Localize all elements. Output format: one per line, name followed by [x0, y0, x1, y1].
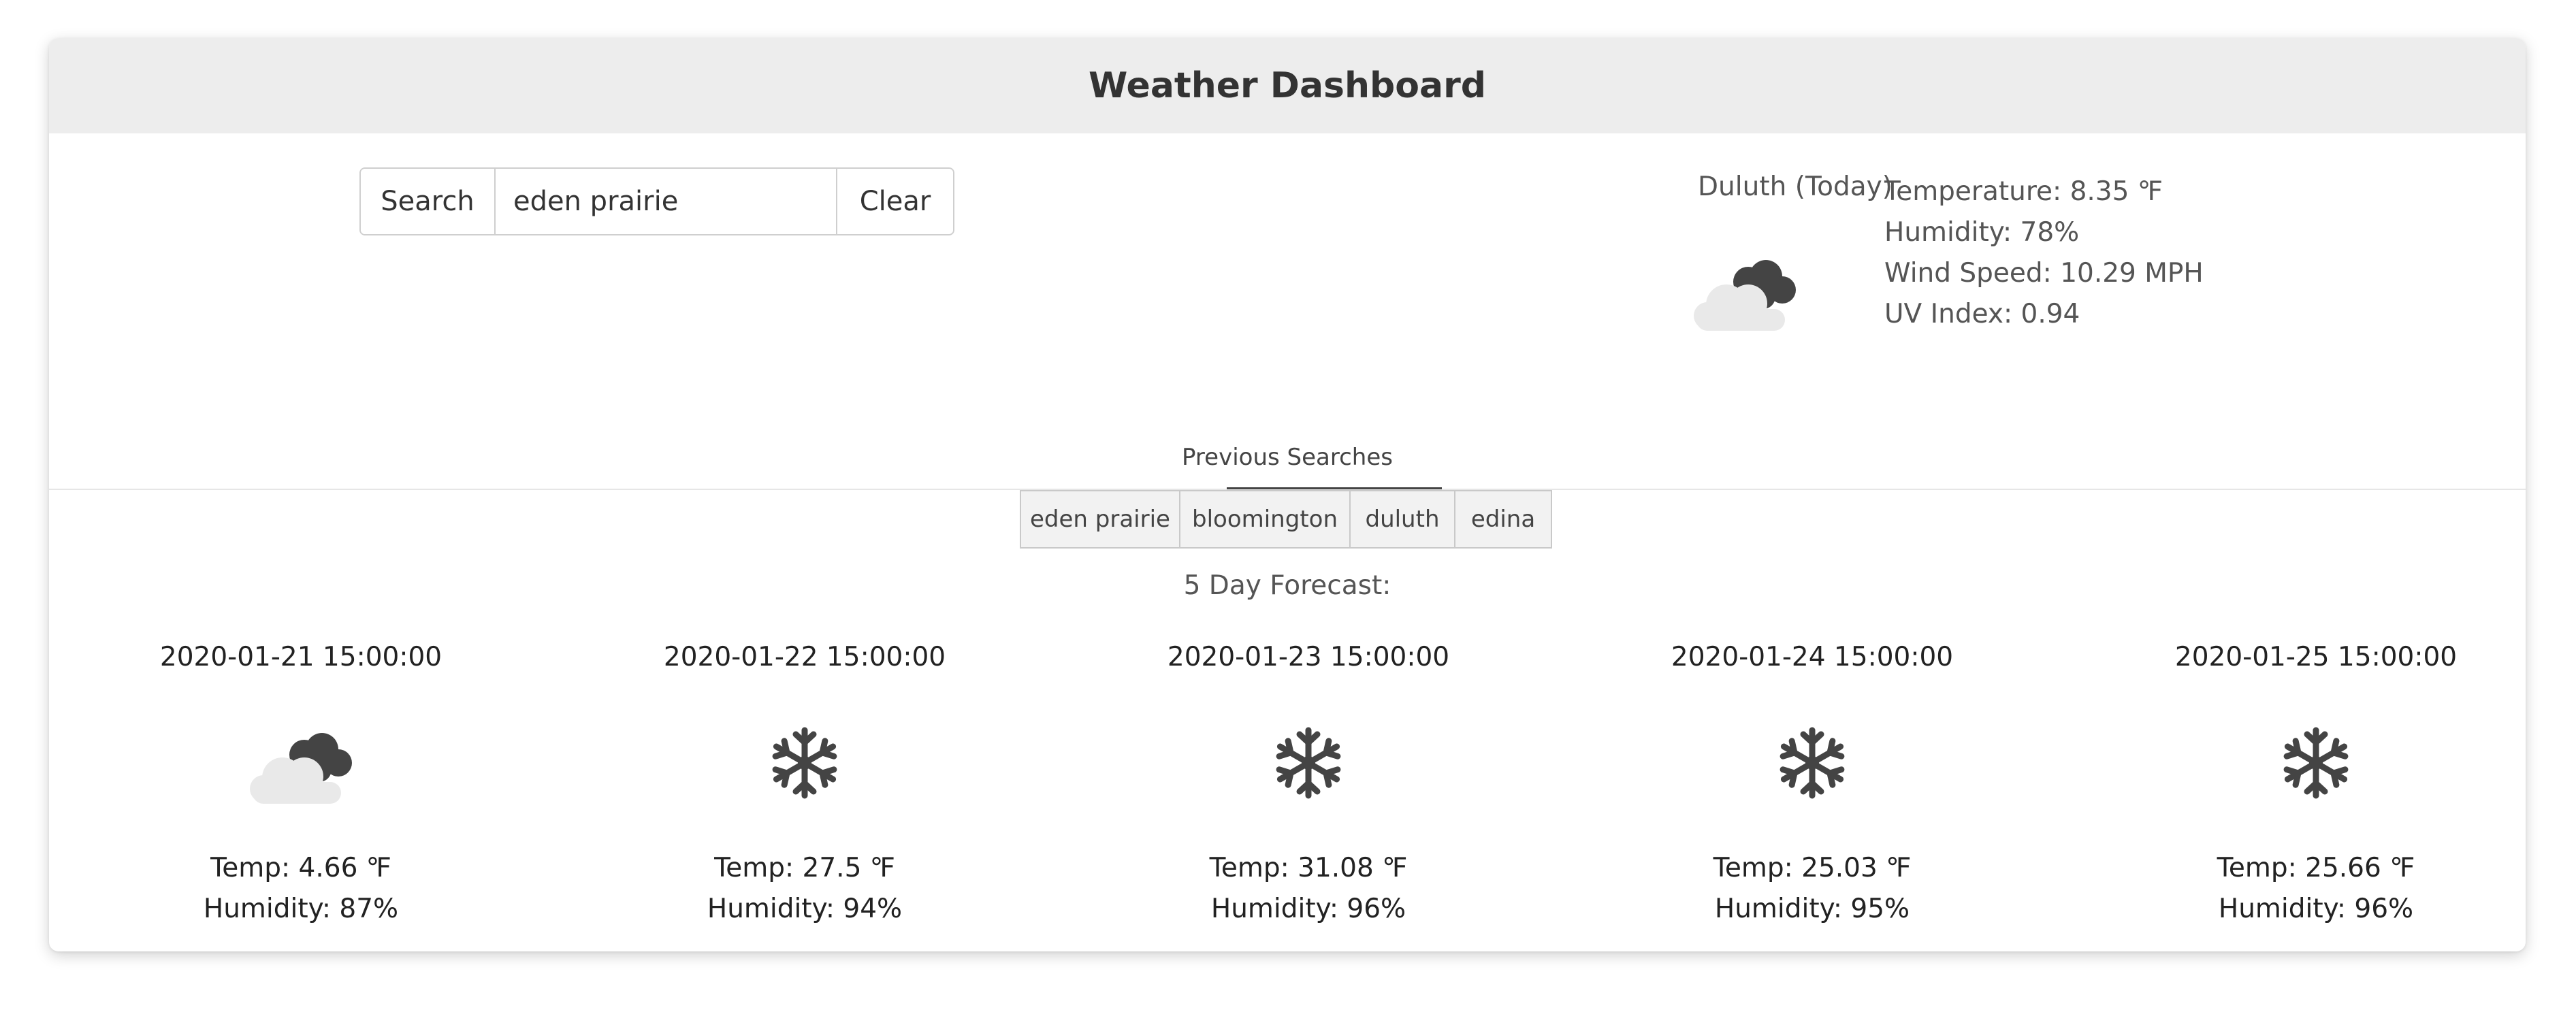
forecast-day: 2020-01-21 15:00:00 Temp: 4.66 ℉ Humidit… — [49, 637, 553, 930]
forecast-temp: Temp: 25.66 ℉ — [2217, 853, 2415, 883]
forecast-date: 2020-01-23 15:00:00 — [1167, 642, 1450, 672]
dashboard-card: Weather Dashboard Search Clear Duluth (T… — [49, 38, 2526, 951]
forecast-temp: Temp: 4.66 ℉ — [210, 853, 391, 883]
forecast-date: 2020-01-24 15:00:00 — [1671, 642, 1954, 672]
previous-search-item[interactable]: eden prairie — [1020, 490, 1180, 549]
forecast-date: 2020-01-22 15:00:00 — [663, 642, 946, 672]
header-bar: Weather Dashboard — [49, 38, 2526, 133]
current-wind-speed: Wind Speed: 10.29 MPH — [1884, 258, 2204, 289]
forecast-humidity: Humidity: 94% — [707, 894, 903, 924]
previous-search-item[interactable]: bloomington — [1179, 490, 1351, 549]
forecast-date: 2020-01-25 15:00:00 — [2174, 642, 2458, 672]
current-details: Temperature: 8.35 ℉ Humidity: 78% Wind S… — [1884, 172, 2204, 335]
forecast-day: 2020-01-23 15:00:00 Temp: 31.08 ℉ Humidi… — [1057, 637, 1560, 930]
snowflake-icon — [1057, 678, 1560, 848]
cloudy-icon — [49, 678, 553, 848]
search-button[interactable]: Search — [361, 169, 496, 234]
forecast-day: 2020-01-25 15:00:00 Temp: 25.66 ℉ Humidi… — [2064, 637, 2526, 930]
snowflake-icon — [553, 678, 1057, 848]
forecast-temp: Temp: 27.5 ℉ — [714, 853, 895, 883]
cloudy-icon — [1680, 249, 1809, 333]
forecast-humidity: Humidity: 96% — [2218, 894, 2414, 924]
clear-button[interactable]: Clear — [836, 169, 953, 234]
page-title: Weather Dashboard — [1089, 65, 1486, 106]
snowflake-icon — [2064, 678, 2526, 848]
current-temperature: Temperature: 8.35 ℉ — [1884, 176, 2163, 207]
search-group: Search Clear — [359, 167, 954, 235]
forecast-humidity: Humidity: 96% — [1210, 894, 1406, 924]
current-humidity: Humidity: 78% — [1884, 217, 2080, 248]
previous-searches-list: eden prairie bloomington duluth edina — [1020, 490, 1552, 549]
forecast-humidity: Humidity: 95% — [1714, 894, 1910, 924]
forecast-date: 2020-01-21 15:00:00 — [159, 642, 442, 672]
current-uv-index: UV Index: 0.94 — [1884, 299, 2080, 329]
forecast-temp: Temp: 25.03 ℉ — [1713, 853, 1912, 883]
previous-search-item[interactable]: duluth — [1349, 490, 1455, 549]
forecast-day: 2020-01-24 15:00:00 Temp: 25.03 ℉ Humidi… — [1560, 637, 2064, 930]
forecast-humidity: Humidity: 87% — [203, 894, 399, 924]
previous-search-item[interactable]: edina — [1454, 490, 1552, 549]
forecast-title: 5 Day Forecast: — [1183, 570, 1391, 601]
search-input[interactable] — [496, 169, 836, 234]
forecast-temp: Temp: 31.08 ℉ — [1209, 853, 1408, 883]
forecast-day: 2020-01-22 15:00:00 Temp: 27.5 ℉ Humidit… — [553, 637, 1057, 930]
snowflake-icon — [1560, 678, 2064, 848]
previous-searches-underline — [1227, 487, 1442, 489]
previous-searches-title: Previous Searches — [1182, 444, 1393, 471]
